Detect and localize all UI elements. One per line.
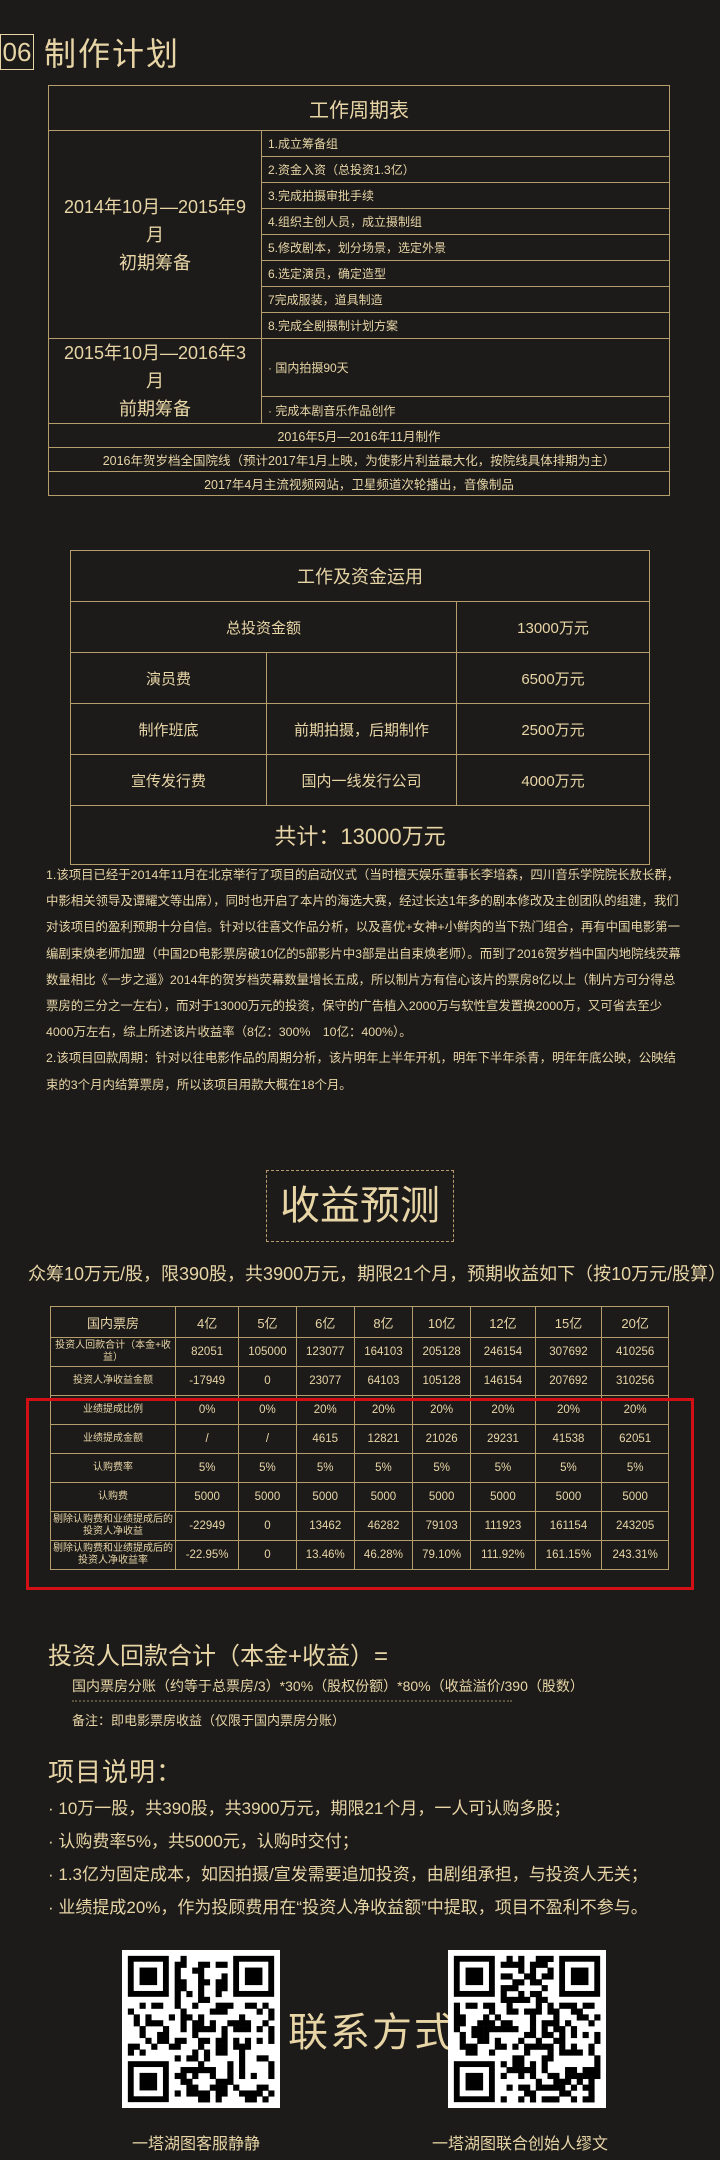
returns-row: 投资人回款合计（本金+收益） 82051 105000 123077 164103 205… <box>50 1337 669 1367</box>
returns-header-cell: 5亿 <box>238 1306 297 1338</box>
schedule-item: 1.成立筹备组 <box>261 130 670 157</box>
invest-note: 备注：即电影票房收益（仅限于国内票房分账） <box>72 1713 346 1728</box>
schedule-item: 3.完成拍摄审批手续 <box>261 182 670 209</box>
section-header: 06 制作计划 <box>0 30 180 74</box>
returns-header-cell: 15亿 <box>534 1306 603 1338</box>
funds-row-value: 4000万元 <box>456 754 650 806</box>
returns-cell: 410256 <box>601 1337 669 1367</box>
returns-row: 投资人净收益金额 -17949 0 23077 64103 105128 146154 207… <box>50 1366 669 1396</box>
returns-cell: 307692 <box>534 1337 603 1367</box>
schedule-item: 4.组织主创人员，成立摄制组 <box>261 208 670 235</box>
schedule-item: 5.修改剧本，划分场景，选定外景 <box>261 234 670 261</box>
schedule-item: 8.完成全剧摄制计划方案 <box>261 312 670 339</box>
qr-code-left <box>122 1950 280 2108</box>
returns-cell: 105128 <box>412 1366 472 1396</box>
explain-item: · 业绩提成20%，作为投顾费用在“投资人净收益额”中提取，项目不盈利不参与。 <box>48 1898 648 1917</box>
explain-item: · 10万一股，共390股，共3900万元，期限21个月，一人可认购多股； <box>48 1799 571 1818</box>
phase-pre-dates: 2015年10月—2016年3月 <box>63 343 247 391</box>
phase-pre-label: 前期筹备 <box>119 399 191 419</box>
note-paragraph: 1.该项目已经于2014年11月在北京举行了项目的启动仪式（当时檀天娱乐董事长李… <box>46 868 681 1040</box>
returns-cell: 123077 <box>295 1337 355 1367</box>
returns-cell: 246154 <box>470 1337 536 1367</box>
returns-cell: 23077 <box>295 1366 355 1396</box>
returns-header-cell: 10亿 <box>412 1306 472 1338</box>
schedule-item: · 完成本剧音乐作品创作 <box>261 396 670 424</box>
returns-row-label: 投资人净收益金额 <box>50 1366 176 1396</box>
project-notes: 1.该项目已经于2014年11月在北京举行了项目的启动仪式（当时檀天娱乐董事长李… <box>46 862 682 1098</box>
returns-cell: 164103 <box>353 1337 414 1367</box>
invest-formula: 国内票房分账（约等于总票房/3）*30%（股权份额）*80%（收益溢价/390（… <box>72 1678 584 1694</box>
qr-code-right <box>448 1950 606 2108</box>
returns-header-cell: 6亿 <box>295 1306 355 1338</box>
funds-row-value: 6500万元 <box>456 652 650 704</box>
funds-row-label: 制作班底 <box>70 703 267 755</box>
phase-initial-label: 初期筹备 <box>119 252 191 273</box>
funds-caption: 工作及资金运用 <box>70 550 650 602</box>
funds-row-detail <box>266 652 457 704</box>
contact-title: 联系方式 <box>288 2011 456 2055</box>
returns-cell: 82051 <box>174 1337 240 1367</box>
returns-header-cell: 20亿 <box>601 1306 669 1338</box>
section-number: 06 <box>0 34 34 70</box>
returns-cell: 64103 <box>353 1366 414 1396</box>
explain-item: · 认购费率5%，共5000元，认购时交付； <box>48 1832 359 1851</box>
funds-row-value: 2500万元 <box>456 703 650 755</box>
phase-initial-dates: 2014年10月—2015年9月 <box>63 196 247 245</box>
returns-cell: 146154 <box>470 1366 536 1396</box>
explain-title: 项目说明： <box>48 1757 184 1787</box>
explain-item: · 1.3亿为固定成本，如因拍摄/宣发需要追加投资，由剧组承担，与投资人无关； <box>48 1865 648 1884</box>
returns-header-cell: 12亿 <box>470 1306 536 1338</box>
highlight-box <box>26 1398 694 1590</box>
funds-row-label: 演员费 <box>70 652 267 704</box>
schedule-item: 6.选定演员，确定造型 <box>261 260 670 287</box>
schedule-row: 2017年4月主流视频网站，卫星频道次轮播出，音像制品 <box>48 471 670 496</box>
returns-cell: 105000 <box>238 1337 297 1367</box>
returns-header-cell: 8亿 <box>353 1306 414 1338</box>
profit-title: 收益预测 <box>266 1170 454 1242</box>
funds-row-label: 宣传发行费 <box>70 754 267 806</box>
returns-cell: -17949 <box>174 1366 240 1396</box>
schedule-item: · 国内拍摄90天 <box>261 337 670 398</box>
phase-initial: 2014年10月—2015年9月 初期筹备 <box>48 130 262 339</box>
funds-table: 工作及资金运用 总投资金额 13000万元 演员费 6500万元 制作班底 前期… <box>70 550 650 865</box>
funds-sum: 共计：13000万元 <box>70 805 650 865</box>
profit-subtitle: 众筹10万元/股，限390股，共3900万元，期限21个月，预期收益如下（按10… <box>28 1264 720 1284</box>
qr-caption-left: 一塔湖图客服静静 <box>132 2136 261 2153</box>
funds-total-value: 13000万元 <box>456 601 650 653</box>
schedule-row: 2016年5月—2016年11月制作 <box>48 423 670 448</box>
section-title: 制作计划 <box>44 36 181 72</box>
returns-cell: 0 <box>238 1366 297 1396</box>
funds-row-detail: 前期拍摄，后期制作 <box>266 703 457 755</box>
schedule-item: 7完成服装，道具制造 <box>261 286 670 313</box>
phase-pre: 2015年10月—2016年3月 前期筹备 <box>48 338 262 424</box>
funds-row-detail: 国内一线发行公司 <box>266 754 457 806</box>
qr-caption-right: 一塔湖图联合创始人缪文 <box>432 2136 609 2153</box>
schedule-row: 2016年贺岁档全国院线（预计2017年1月上映，为使影片利益最大化，按院线具体… <box>48 447 670 472</box>
invest-title: 投资人回款合计（本金+收益）= <box>48 1643 389 1670</box>
returns-row-label: 投资人回款合计（本金+收益） <box>50 1337 176 1367</box>
note-paragraph: 2.该项目回款周期：针对以往电影作品的周期分析，该片明年上半年开机，明年下半年杀… <box>46 1051 676 1092</box>
returns-header-label: 国内票房 <box>50 1306 176 1338</box>
schedule-item: 2.资金入资（总投资1.3亿） <box>261 156 670 183</box>
divider <box>72 1700 512 1710</box>
schedule-caption: 工作周期表 <box>48 85 670 131</box>
schedule-table: 工作周期表 2014年10月—2015年9月 初期筹备 1.成立筹备组 2.资金… <box>48 85 670 496</box>
returns-cell: 310256 <box>601 1366 669 1396</box>
returns-cell: 205128 <box>412 1337 472 1367</box>
returns-cell: 207692 <box>534 1366 603 1396</box>
returns-header-cell: 4亿 <box>174 1306 240 1338</box>
explain-list: · 10万一股，共390股，共3900万元，期限21个月，一人可认购多股； · … <box>48 1792 708 1924</box>
funds-total-label: 总投资金额 <box>70 601 457 653</box>
